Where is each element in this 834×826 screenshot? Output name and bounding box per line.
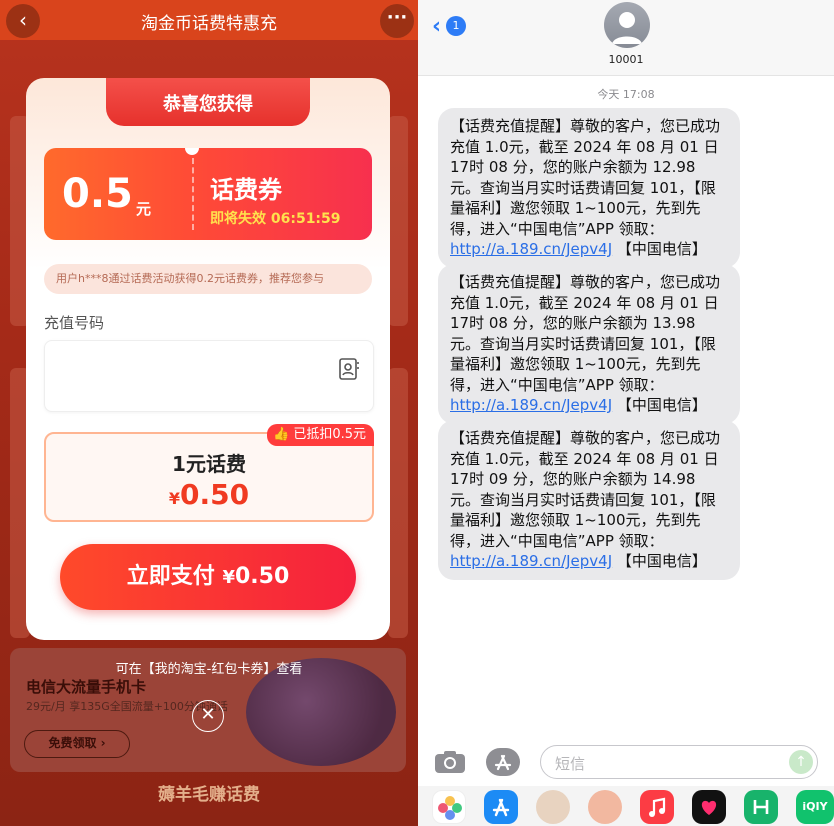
product-price: ¥0.50 bbox=[46, 478, 372, 511]
pay-button-amount: 0.50 bbox=[234, 564, 290, 589]
pay-button-label: 立即支付 bbox=[126, 564, 215, 589]
pay-now-button[interactable]: 立即支付 ¥0.50 bbox=[60, 544, 356, 610]
unread-badge[interactable]: 1 bbox=[446, 16, 466, 36]
message-link[interactable]: http://a.189.cn/Jepv4J bbox=[450, 552, 612, 570]
product-name: 1元话费 bbox=[172, 452, 246, 476]
discount-badge: 👍 已抵扣0.5元 bbox=[266, 424, 374, 446]
discount-badge-label: 已抵扣0.5元 bbox=[293, 427, 366, 442]
recharge-product-card[interactable]: 👍 已抵扣0.5元 1元话费 ¥0.50 bbox=[44, 424, 374, 522]
coupon-divider bbox=[192, 158, 194, 230]
phone-label: 充值号码 bbox=[44, 314, 105, 332]
chevron-left-icon[interactable]: ‹ bbox=[432, 14, 441, 39]
message-tail: 【中国电信】 bbox=[612, 396, 707, 414]
imessage-pane: ‹ 1 10001 今天 17:08 【话费充值提醒】尊敬的客户，您已成功充值 … bbox=[418, 0, 834, 826]
iqiyi-icon[interactable]: iQIY bbox=[796, 790, 834, 824]
modal-heading-tab: 恭喜您获得 bbox=[106, 78, 310, 126]
coupon-notch bbox=[185, 148, 199, 155]
coupon-name: 话费券 bbox=[210, 176, 282, 204]
currency-symbol: ¥ bbox=[168, 489, 181, 508]
app-store-icon[interactable] bbox=[486, 748, 520, 776]
contact-name[interactable]: 10001 bbox=[418, 53, 834, 66]
message-bubble[interactable]: 【话费充值提醒】尊敬的客户，您已成功充值 1.0元，截至 2024 年 08 月… bbox=[438, 108, 740, 268]
page-title: 淘金币话费特惠充 bbox=[141, 14, 277, 34]
coupon-amount: 0.5 bbox=[62, 171, 133, 217]
free-claim-button[interactable]: 免费领取 › bbox=[24, 730, 130, 758]
app-store-icon[interactable] bbox=[484, 790, 518, 824]
promo-title: 电信大流量手机卡 bbox=[26, 678, 147, 696]
conversation-header: ‹ 1 10001 bbox=[418, 0, 834, 76]
thumbs-up-icon: 👍 bbox=[272, 427, 290, 442]
message-text: 【话费充值提醒】尊敬的客户，您已成功充值 1.0元，截至 2024 年 08 月… bbox=[450, 429, 721, 550]
message-tail: 【中国电信】 bbox=[612, 552, 707, 570]
message-timestamp: 今天 17:08 bbox=[597, 88, 655, 101]
app-header: ‹ 淘金币话费特惠充 ··· bbox=[0, 0, 418, 40]
message-tail: 【中国电信】 bbox=[612, 240, 707, 258]
more-dots-icon[interactable]: ··· bbox=[380, 4, 414, 38]
photos-icon[interactable] bbox=[432, 790, 466, 824]
message-input[interactable]: 短信 ↑ bbox=[540, 745, 818, 779]
coupon-unit: 元 bbox=[136, 200, 152, 218]
send-arrow-icon[interactable]: ↑ bbox=[789, 750, 813, 774]
section-title: 薅羊毛赚话费 bbox=[158, 785, 260, 805]
message-link[interactable]: http://a.189.cn/Jepv4J bbox=[450, 240, 612, 258]
message-bubble[interactable]: 【话费充值提醒】尊敬的客户，您已成功充值 1.0元，截至 2024 年 08 月… bbox=[438, 264, 740, 424]
app-drawer: iQIY bbox=[418, 786, 834, 826]
wallet-hint: 可在【我的淘宝-红包卡券】查看 bbox=[115, 662, 303, 677]
pay-button-currency: ¥ bbox=[222, 567, 235, 588]
camera-icon[interactable] bbox=[434, 750, 466, 774]
message-text: 【话费充值提醒】尊敬的客户，您已成功充值 1.0元，截至 2024 年 08 月… bbox=[450, 273, 721, 394]
message-placeholder: 短信 bbox=[555, 755, 586, 773]
modal-heading: 恭喜您获得 bbox=[163, 94, 253, 115]
background-card bbox=[388, 368, 408, 638]
activity-notice: 用户h***8通过话费活动获得0.2元话费券，推荐您参与 bbox=[44, 264, 372, 294]
message-link[interactable]: http://a.189.cn/Jepv4J bbox=[450, 396, 612, 414]
memoji-2-icon[interactable] bbox=[588, 790, 622, 824]
message-bubble[interactable]: 【话费充值提醒】尊敬的客户，您已成功充值 1.0元，截至 2024 年 08 月… bbox=[438, 420, 740, 580]
phone-number-input[interactable] bbox=[44, 340, 374, 412]
avatar[interactable] bbox=[604, 2, 650, 48]
contact-book-icon[interactable] bbox=[337, 357, 361, 381]
app-green-icon[interactable] bbox=[744, 790, 778, 824]
person-icon bbox=[612, 12, 642, 44]
music-icon[interactable] bbox=[640, 790, 674, 824]
digital-touch-icon[interactable] bbox=[692, 790, 726, 824]
taobao-pane: ‹ 淘金币话费特惠充 ··· 电信大流量手机卡 29元/月 享135G全国流量+… bbox=[0, 0, 418, 826]
coupon-card: 0.5 元 话费券 即将失效 06:51:59 bbox=[44, 148, 372, 240]
message-text: 【话费充值提醒】尊敬的客户，您已成功充值 1.0元，截至 2024 年 08 月… bbox=[450, 117, 721, 238]
memoji-icon[interactable] bbox=[536, 790, 570, 824]
compose-bar: 短信 ↑ bbox=[418, 740, 834, 784]
close-icon[interactable]: ✕ bbox=[192, 700, 224, 732]
background-card bbox=[388, 116, 408, 326]
coupon-modal: 恭喜您获得 0.5 元 话费券 即将失效 06:51:59 用户h***8通过话… bbox=[26, 78, 390, 640]
coupon-expire-countdown: 即将失效 06:51:59 bbox=[210, 211, 341, 227]
price-value: 0.50 bbox=[180, 478, 250, 511]
